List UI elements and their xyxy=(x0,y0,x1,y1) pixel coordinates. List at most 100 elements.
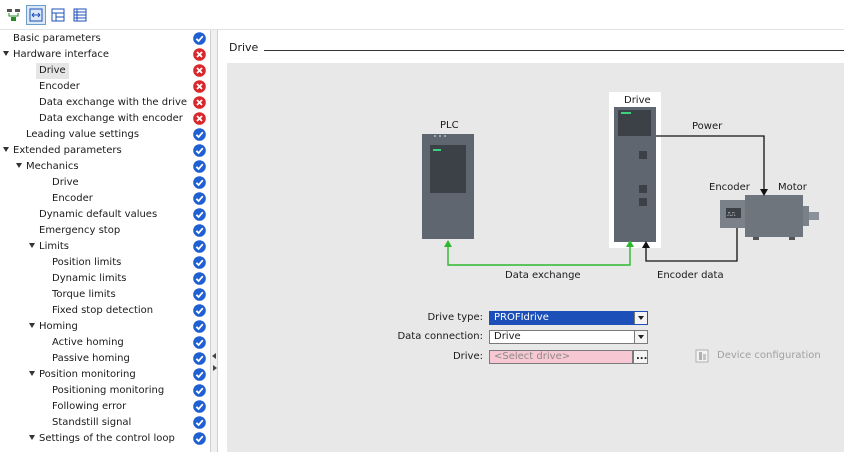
tree-item-dynamic-limits[interactable]: Dynamic limits xyxy=(0,271,210,287)
expand-arrow-icon[interactable] xyxy=(29,371,35,376)
plc-device-icon xyxy=(422,134,474,239)
tree-item-encoder[interactable]: Encoder xyxy=(0,79,210,95)
status-ok-icon xyxy=(193,432,206,445)
tree-item-mechanics-drive[interactable]: Drive xyxy=(0,175,210,191)
drive-type-value: PROFIdrive xyxy=(494,312,549,323)
status-error-icon xyxy=(193,80,206,93)
drive-type-select[interactable]: PROFIdrive xyxy=(489,311,648,325)
tree-item-label: Positioning monitoring xyxy=(52,385,165,396)
drive-field-label: Drive: xyxy=(452,351,483,362)
tree-item-label: Dynamic limits xyxy=(52,273,127,284)
tree-item-emergency-stop[interactable]: Emergency stop xyxy=(0,223,210,239)
data-connection-value: Drive xyxy=(494,331,521,342)
tree-item-label: Torque limits xyxy=(52,289,116,300)
tree-item-dynamic-default-values[interactable]: Dynamic default values xyxy=(0,207,210,223)
tree-item-data-exchange-drive[interactable]: Data exchange with the drive xyxy=(0,95,210,111)
tree-item-label: Encoder xyxy=(52,193,93,204)
status-ok-icon xyxy=(193,240,206,253)
collapse-all-button[interactable] xyxy=(70,5,90,25)
status-ok-icon xyxy=(193,384,206,397)
tree-item-label: Fixed stop detection xyxy=(52,305,154,316)
status-ok-icon xyxy=(193,192,206,205)
status-error-icon xyxy=(193,48,206,61)
data-exchange-label: Data exchange xyxy=(505,270,581,281)
tree-item-mechanics-encoder[interactable]: Encoder xyxy=(0,191,210,207)
status-ok-icon xyxy=(193,224,206,237)
status-ok-icon xyxy=(193,32,206,45)
motor-label: Motor xyxy=(778,182,807,193)
tree-item-label: Mechanics xyxy=(26,161,79,172)
tree-item-position-limits[interactable]: Position limits xyxy=(0,255,210,271)
tree-item-standstill-signal[interactable]: Standstill signal xyxy=(0,415,210,431)
tree-item-label: Dynamic default values xyxy=(39,209,158,220)
tree-item-label: Following error xyxy=(52,401,127,412)
tree-item-positioning-monitoring[interactable]: Positioning monitoring xyxy=(0,383,210,399)
tree-item-data-exchange-encoder[interactable]: Data exchange with encoder xyxy=(0,111,210,127)
expand-arrow-icon[interactable] xyxy=(16,163,22,168)
chevron-down-icon[interactable] xyxy=(634,312,647,324)
expand-arrow-icon[interactable] xyxy=(29,435,35,440)
tree-item-active-homing[interactable]: Active homing xyxy=(0,335,210,351)
drive-placeholder: <Select drive> xyxy=(494,351,571,362)
tree-item-basic-parameters[interactable]: Basic parameters xyxy=(0,31,210,47)
tree-item-following-error[interactable]: Following error xyxy=(0,399,210,415)
tree-item-torque-limits[interactable]: Torque limits xyxy=(0,287,210,303)
browse-label: ... xyxy=(636,351,648,362)
tree-item-homing[interactable]: Homing xyxy=(0,319,210,335)
tree-item-label: Basic parameters xyxy=(13,33,101,44)
tree-expand-icon xyxy=(51,8,65,22)
plc-label: PLC xyxy=(440,120,459,131)
status-ok-icon xyxy=(193,368,206,381)
tree-item-hardware-interface[interactable]: Hardware interface xyxy=(0,47,210,63)
encoder-label: Encoder xyxy=(709,182,750,193)
section-divider xyxy=(264,50,844,51)
data-connection-label: Data connection: xyxy=(397,331,483,342)
svg-text:⎍⎍: ⎍⎍ xyxy=(727,211,736,218)
tree-item-passive-homing[interactable]: Passive homing xyxy=(0,351,210,367)
tree-item-control-loop-settings[interactable]: Settings of the control loop xyxy=(0,431,210,447)
drive-diagram: ⎍⎍ xyxy=(422,92,819,266)
tree-item-label: Data exchange with encoder xyxy=(39,113,183,124)
expand-all-button[interactable] xyxy=(48,5,68,25)
collapse-left-icon[interactable] xyxy=(212,353,216,359)
tree-item-leading-value-settings[interactable]: Leading value settings xyxy=(0,127,210,143)
tree-item-fixed-stop-detection[interactable]: Fixed stop detection xyxy=(0,303,210,319)
drive-device-icon xyxy=(614,107,656,242)
toggle-view-button[interactable] xyxy=(26,5,46,25)
tree-item-label: Hardware interface xyxy=(13,49,110,60)
device-config-icon xyxy=(695,349,709,363)
browse-drive-button[interactable]: ... xyxy=(633,350,648,364)
parameter-tree: Basic parameters Hardware interface Driv… xyxy=(0,30,210,452)
tree-item-label: Position monitoring xyxy=(39,369,136,380)
tree-item-label: Encoder xyxy=(39,81,80,92)
tree-item-label: Drive xyxy=(52,177,79,188)
drive-type-label: Drive type: xyxy=(427,312,483,323)
status-ok-icon xyxy=(193,160,206,173)
pane-splitter[interactable] xyxy=(210,30,218,452)
data-connection-select[interactable]: Drive xyxy=(489,330,648,344)
tree-item-position-monitoring[interactable]: Position monitoring xyxy=(0,367,210,383)
expand-arrow-icon[interactable] xyxy=(29,323,35,328)
tree-item-label: Emergency stop xyxy=(39,225,121,236)
tree-item-mechanics[interactable]: Mechanics xyxy=(0,159,210,175)
expand-right-icon[interactable] xyxy=(213,365,217,371)
status-ok-icon xyxy=(193,304,206,317)
network-view-button[interactable] xyxy=(4,5,24,25)
expand-arrow-icon[interactable] xyxy=(29,243,35,248)
tree-item-limits[interactable]: Limits xyxy=(0,239,210,255)
tree-item-label: Drive xyxy=(36,63,69,79)
chevron-down-icon[interactable] xyxy=(634,331,647,343)
device-configuration-button[interactable]: Device configuration xyxy=(695,349,835,365)
drive-select-field[interactable]: <Select drive> xyxy=(489,350,633,364)
tree-item-label: Position limits xyxy=(52,257,122,268)
expand-arrow-icon[interactable] xyxy=(3,51,9,56)
tree-collapse-icon xyxy=(73,8,87,22)
expand-arrow-icon[interactable] xyxy=(3,147,9,152)
encoder-data-label: Encoder data xyxy=(657,270,724,281)
status-ok-icon xyxy=(193,320,206,333)
status-ok-icon xyxy=(193,208,206,221)
drive-label: Drive xyxy=(624,95,651,106)
status-ok-icon xyxy=(193,176,206,189)
tree-item-extended-parameters[interactable]: Extended parameters xyxy=(0,143,210,159)
tree-item-drive[interactable]: Drive xyxy=(0,63,210,79)
